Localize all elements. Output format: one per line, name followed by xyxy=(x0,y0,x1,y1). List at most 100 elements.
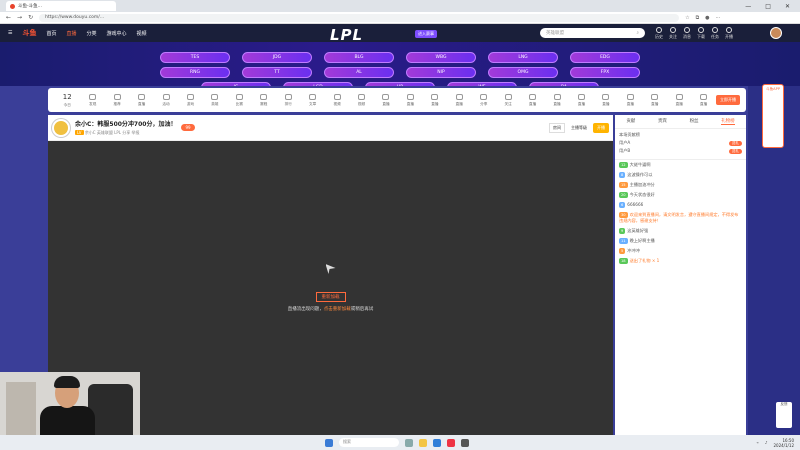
user-level-badge[interactable]: 18 xyxy=(619,258,628,264)
category-item[interactable]: 推荐 xyxy=(105,93,129,107)
site-logo[interactable]: 斗鱼 xyxy=(22,28,36,38)
category-item[interactable]: 直播 xyxy=(643,93,667,107)
category-item[interactable]: 发现 xyxy=(80,93,104,107)
rank-gift-button[interactable]: 送礼 xyxy=(728,148,742,154)
category-item[interactable]: 文章 xyxy=(300,93,324,107)
category-item[interactable]: 游戏 xyxy=(178,93,202,107)
team-pill[interactable]: EDG xyxy=(570,52,640,63)
message-button[interactable]: 消息 xyxy=(683,27,691,40)
tab-contribution[interactable]: 贡献 xyxy=(626,118,635,125)
taskbar-search[interactable]: 搜索 xyxy=(339,438,399,447)
avatar[interactable] xyxy=(770,27,782,39)
room-box[interactable]: 房间 xyxy=(549,122,565,133)
category-item[interactable]: 直播 xyxy=(374,93,398,107)
edge-icon[interactable] xyxy=(433,438,441,447)
category-item[interactable]: 直播 xyxy=(447,93,471,107)
close-button[interactable]: ✕ xyxy=(785,3,790,10)
category-item[interactable]: 关注 xyxy=(496,93,520,107)
url-field[interactable]: https://www.douyu.com/... xyxy=(39,13,680,22)
category-item[interactable]: 直播 xyxy=(129,93,153,107)
search-icon[interactable]: ⌕ xyxy=(636,30,639,36)
team-pill[interactable]: TT xyxy=(242,67,312,78)
tab-gift-rank[interactable]: 礼物榜 xyxy=(721,118,735,125)
minimize-button[interactable]: — xyxy=(745,3,751,10)
user-level-badge[interactable]: 15 xyxy=(619,182,628,188)
user-level-badge[interactable]: 6 xyxy=(619,202,626,208)
category-item[interactable]: 直播 xyxy=(618,93,642,107)
download-button[interactable]: 下载 xyxy=(697,27,705,40)
team-pill[interactable]: NIP xyxy=(406,67,476,78)
team-pill[interactable]: LNG xyxy=(488,52,558,63)
date-item[interactable]: 12 今日 xyxy=(54,93,80,108)
reload-icon[interactable]: ↻ xyxy=(28,14,33,21)
event-badge[interactable]: 进入赛事 xyxy=(415,30,437,38)
reload-stream-button[interactable]: 重新加载 xyxy=(315,292,346,302)
user-level-badge[interactable]: 8 xyxy=(619,172,626,178)
category-item[interactable]: 分享 xyxy=(471,93,495,107)
team-pill[interactable]: TES xyxy=(160,52,230,63)
back-icon[interactable]: ← xyxy=(6,14,11,21)
nav-live[interactable]: 直播 xyxy=(67,30,77,37)
follow-button[interactable]: 关注 xyxy=(669,27,677,40)
team-pill[interactable]: AL xyxy=(324,67,394,78)
category-item[interactable]: 直播 xyxy=(569,93,593,107)
start-icon[interactable] xyxy=(325,438,333,447)
history-button[interactable]: 历史 xyxy=(655,27,663,40)
user-level-badge[interactable]: 9 xyxy=(619,228,626,234)
team-pill[interactable]: OMG xyxy=(488,67,558,78)
reload-link[interactable]: 点击重新加载 xyxy=(324,307,351,312)
category-item[interactable]: 直播 xyxy=(545,93,569,107)
taskview-icon[interactable] xyxy=(405,438,413,447)
volume-icon[interactable]: ♪ xyxy=(765,440,768,445)
category-item[interactable]: 比赛 xyxy=(227,93,251,107)
tab-vip[interactable]: 贵宾 xyxy=(658,118,667,125)
category-item[interactable]: 直播 xyxy=(667,93,691,107)
category-item[interactable]: 直播 xyxy=(398,93,422,107)
nav-game[interactable]: 游戏中心 xyxy=(107,30,127,37)
category-item[interactable]: 视频 xyxy=(325,93,349,107)
hamburger-icon[interactable]: ☰ xyxy=(8,30,12,36)
category-item[interactable]: 英雄 xyxy=(203,93,227,107)
feedback-float-button[interactable]: 反馈 xyxy=(776,402,792,428)
broadcast-badge[interactable]: 开播 xyxy=(593,122,609,133)
wifi-icon[interactable]: ⌁ xyxy=(757,440,759,445)
tab-fans[interactable]: 粉丝 xyxy=(690,118,699,125)
app-icon[interactable] xyxy=(461,438,469,447)
broadcast-button[interactable]: 开播 xyxy=(725,27,733,40)
team-pill[interactable]: WBG xyxy=(406,52,476,63)
category-item[interactable]: 活动 xyxy=(154,93,178,107)
app-download-card[interactable]: 斗鱼APP xyxy=(762,84,784,148)
streamer-avatar[interactable] xyxy=(52,118,70,137)
nav-video[interactable]: 视频 xyxy=(137,30,147,37)
follow-count[interactable]: 99 xyxy=(181,124,195,131)
chrome-icon[interactable] xyxy=(447,438,455,447)
team-pill[interactable]: BLG xyxy=(324,52,394,63)
search-input[interactable]: 英雄联盟 ⌕ xyxy=(540,28,645,38)
nav-category[interactable]: 分类 xyxy=(87,30,97,37)
menu-icon[interactable]: ⋯ xyxy=(716,15,721,21)
maximize-button[interactable]: □ xyxy=(765,3,771,10)
category-item[interactable]: 视频 xyxy=(349,93,373,107)
category-item[interactable]: 直播 xyxy=(423,93,447,107)
explorer-icon[interactable] xyxy=(419,438,427,447)
extensions-icon[interactable]: ⧉ xyxy=(696,15,700,21)
nav-home[interactable]: 首页 xyxy=(46,30,56,37)
category-item[interactable]: 赛程 xyxy=(252,93,276,107)
user-level-badge[interactable]: 12 xyxy=(619,162,628,168)
forward-icon[interactable]: → xyxy=(17,14,22,21)
star-icon[interactable]: ☆ xyxy=(685,15,689,21)
category-item[interactable]: 直播 xyxy=(594,93,618,107)
clock-date[interactable]: 2024/1/12 xyxy=(773,443,794,448)
team-pill[interactable]: FPX xyxy=(570,67,640,78)
category-item[interactable]: 直播 xyxy=(520,93,544,107)
team-pill[interactable]: RNG xyxy=(160,67,230,78)
user-level-badge[interactable]: 5 xyxy=(619,248,626,254)
team-pill[interactable]: JDG xyxy=(242,52,312,63)
start-broadcast-button[interactable]: 立即开播 xyxy=(716,95,740,105)
profile-icon[interactable]: ● xyxy=(705,15,709,21)
user-level-badge[interactable]: 20 xyxy=(619,192,628,198)
rank-gift-button[interactable]: 送礼 xyxy=(728,140,742,146)
user-level-badge[interactable]: 11 xyxy=(619,238,628,244)
category-item[interactable]: 排行 xyxy=(276,93,300,107)
browser-tab[interactable]: 斗鱼-斗鱼... xyxy=(6,1,116,11)
